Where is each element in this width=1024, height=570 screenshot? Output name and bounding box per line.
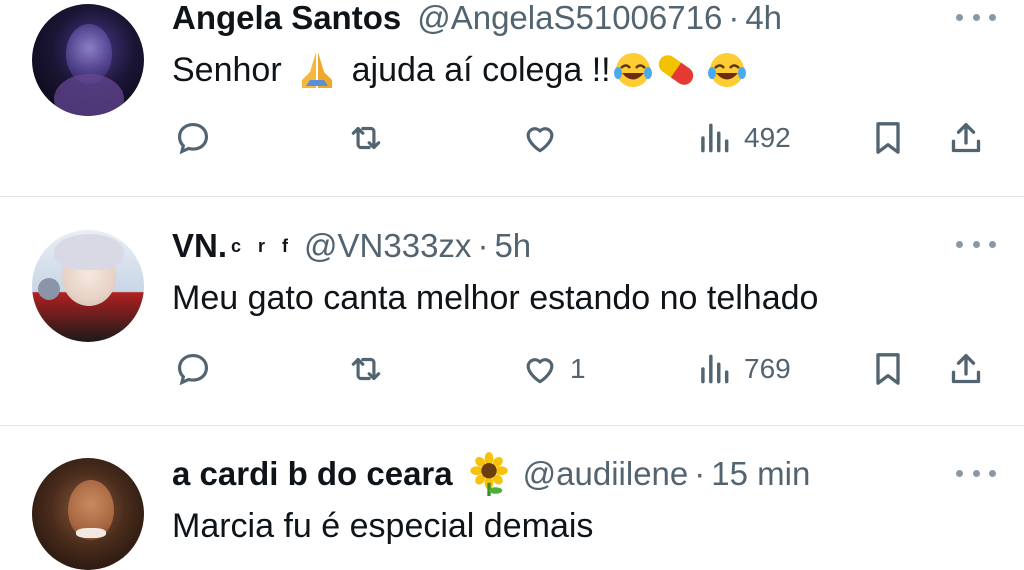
like-count: 1 [570, 353, 586, 384]
tweet-header: a cardi b do ceara @audiilene · 15 min [172, 452, 810, 496]
sunflower-emoji-icon [469, 452, 508, 496]
display-name[interactable]: VN. [172, 227, 227, 265]
timestamp[interactable]: 4h [745, 0, 782, 37]
more-options-icon[interactable] [956, 2, 996, 32]
timestamp[interactable]: 15 min [711, 455, 810, 493]
reply-icon [177, 122, 209, 155]
tweet-actions: 492 [0, 116, 1024, 160]
views-chart-icon [701, 354, 729, 384]
avatar[interactable] [32, 4, 144, 116]
tweet-text: Senhor ajuda aí colega !! [172, 48, 749, 92]
more-options-icon[interactable] [956, 458, 996, 488]
tweet-text-part: Senhor [172, 50, 282, 89]
tweet-text-part: ajuda aí colega !! [351, 50, 611, 89]
views-chart-icon [701, 123, 729, 153]
heart-icon [526, 127, 554, 153]
tweet-actions: 1 769 [0, 347, 1024, 391]
tweet-text: Meu gato canta melhor estando no telhado [172, 276, 818, 320]
share-icon [951, 354, 981, 384]
reply-button[interactable] [174, 347, 222, 391]
like-button[interactable] [520, 116, 570, 160]
separator: · [694, 455, 706, 492]
tweet-text: Marcia fu é especial demais [172, 504, 593, 548]
retweet-button[interactable] [346, 347, 396, 391]
bookmark-icon [876, 353, 900, 385]
display-name[interactable]: Angela Santos [172, 0, 401, 37]
tweet-text-part: Meu gato canta melhor estando no telhado [172, 278, 819, 317]
display-name[interactable]: a cardi b do ceara [172, 455, 453, 493]
tears-of-joy-emoji-icon [613, 53, 652, 87]
divider [0, 196, 1024, 197]
views-button[interactable]: 492 [694, 116, 791, 160]
share-button[interactable] [946, 347, 986, 391]
reply-icon [177, 353, 209, 386]
tweet-header: Angela Santos @AngelaS51006716 · 4h [172, 0, 782, 40]
user-handle[interactable]: @AngelaS51006716 [417, 0, 722, 37]
separator: · [728, 0, 740, 36]
more-options-icon[interactable] [956, 229, 996, 259]
folded-hands-emoji-icon [301, 52, 332, 88]
views-button[interactable]: 769 [694, 347, 791, 391]
separator: · [477, 227, 489, 264]
retweet-icon [351, 126, 381, 150]
view-count: 492 [744, 122, 791, 153]
user-handle[interactable]: @audiilene [523, 455, 689, 493]
name-badge-text: c r f [231, 235, 295, 256]
pill-emoji-icon [658, 55, 693, 85]
tweet-text-part: Marcia fu é especial demais [172, 506, 594, 545]
timestamp[interactable]: 5h [494, 227, 531, 265]
bookmark-button[interactable] [868, 347, 908, 391]
bookmark-button[interactable] [868, 116, 908, 160]
avatar[interactable] [32, 230, 144, 342]
divider [0, 425, 1024, 426]
heart-icon [526, 358, 554, 384]
tweet-header: VN. c r f @VN333zx · 5h [172, 224, 531, 268]
like-button[interactable]: 1 [520, 347, 586, 391]
share-icon [951, 123, 981, 153]
avatar[interactable] [32, 458, 144, 570]
user-handle[interactable]: @VN333zx [304, 227, 471, 265]
tears-of-joy-emoji-icon [707, 53, 746, 87]
retweet-icon [351, 357, 381, 381]
share-button[interactable] [946, 116, 986, 160]
reply-button[interactable] [174, 116, 222, 160]
view-count: 769 [744, 353, 791, 384]
retweet-button[interactable] [346, 116, 396, 160]
bookmark-icon [876, 122, 900, 154]
